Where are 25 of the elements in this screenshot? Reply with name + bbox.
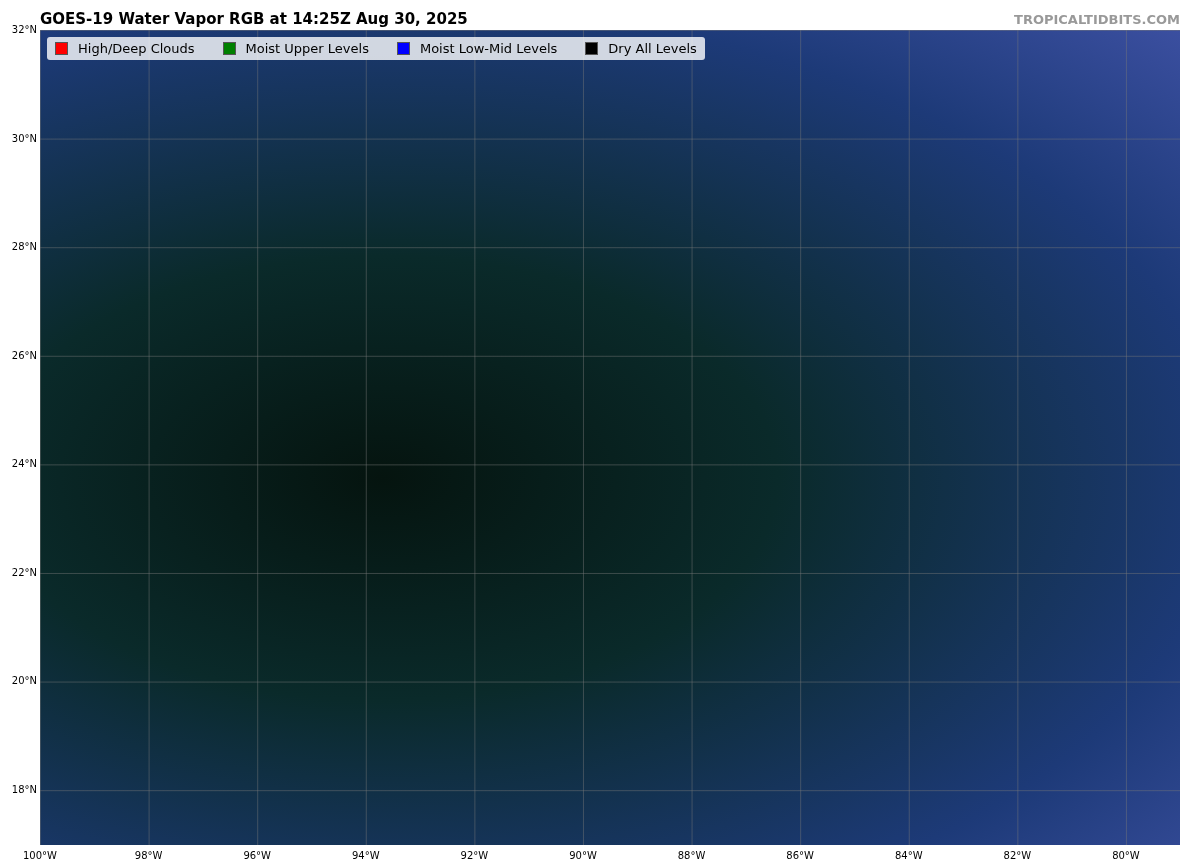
longitude-label: 80°W [1111,849,1141,863]
longitude-label: 82°W [1002,849,1033,863]
legend-label: Dry All Levels [608,41,697,56]
latitude-label: 22°N [11,566,38,579]
legend-label: Moist Upper Levels [245,41,369,56]
longitude-label: 92°W [459,849,490,863]
site-watermark-text: TROPICALTIDBITS.COM [1014,12,1180,29]
latitude-label: 32°N [11,24,38,36]
legend-label: Moist Low-Mid Levels [419,41,558,56]
legend-label: High/Deep Clouds [78,41,195,56]
latitude-label: 30°N [11,132,38,145]
latitude-label: 20°N [11,675,38,688]
longitude-label: 90°W [568,849,598,863]
longitude-label: 94°W [350,849,381,863]
latitude-label: 18°N [11,783,38,796]
longitude-label: 86°W [785,849,815,863]
latitude-label: 24°N [11,458,38,471]
longitude-label: 100°W [22,849,58,863]
longitude-label: 84°W [893,849,924,863]
longitude-label: 96°W [242,849,272,863]
latitude-label: 26°N [11,349,38,362]
figure-title: GOES-19 Water Vapor RGB at 14:25Z Aug 30, 2025 [40,10,468,30]
longitude-label: 98°W [133,849,164,863]
latitude-label: 28°N [11,241,38,254]
longitude-label: 88°W [676,849,707,863]
